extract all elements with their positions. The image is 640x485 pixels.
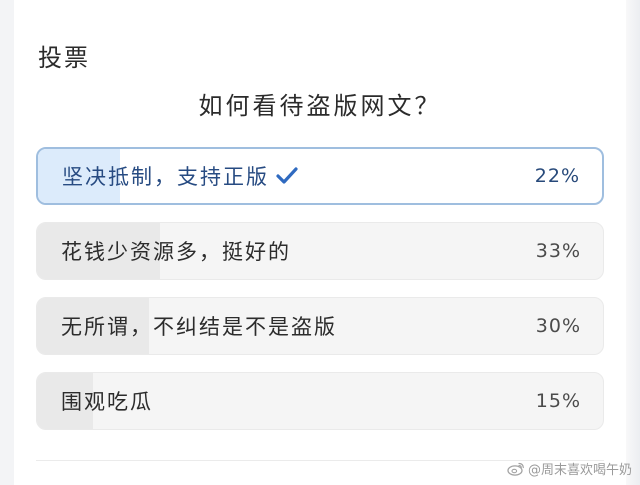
poll-option-1[interactable]: 坚决抵制，支持正版 22%: [36, 147, 604, 205]
poll-option-3[interactable]: 无所谓，不纠结是不是盗版 30%: [36, 297, 604, 355]
poll-option-4-label: 围观吃瓜: [61, 390, 153, 414]
weibo-icon: [507, 461, 525, 476]
poll-option-2-percent: 33%: [535, 240, 581, 262]
poll-option-3-percent: 30%: [535, 315, 581, 337]
checkmark-icon: [275, 166, 299, 186]
poll-card: 投票 如何看待盗版网文？ 坚决抵制，支持正版 22% 花钱少资源多，挺好的 33…: [14, 0, 626, 485]
poll-option-2[interactable]: 花钱少资源多，挺好的 33%: [36, 222, 604, 280]
poll-option-2-label: 花钱少资源多，挺好的: [61, 240, 291, 264]
poll-option-1-label-wrap: 坚决抵制，支持正版: [62, 149, 299, 203]
page-edge: [626, 0, 640, 485]
watermark-text: @周末喜欢喝午奶: [527, 463, 632, 478]
poll-options: 坚决抵制，支持正版 22% 花钱少资源多，挺好的 33% 无所谓，不纠结是不是盗…: [36, 147, 604, 447]
poll-option-1-percent: 22%: [534, 165, 580, 187]
poll-option-3-label: 无所谓，不纠结是不是盗版: [61, 315, 337, 339]
poll-option-1-label: 坚决抵制，支持正版: [62, 165, 269, 189]
poll-option-4-percent: 15%: [535, 390, 581, 412]
watermark: @周末喜欢喝午奶: [507, 459, 632, 478]
poll-header-title: 投票: [38, 44, 90, 72]
poll-option-4[interactable]: 围观吃瓜 15%: [36, 372, 604, 430]
poll-question: 如何看待盗版网文？: [198, 92, 442, 120]
